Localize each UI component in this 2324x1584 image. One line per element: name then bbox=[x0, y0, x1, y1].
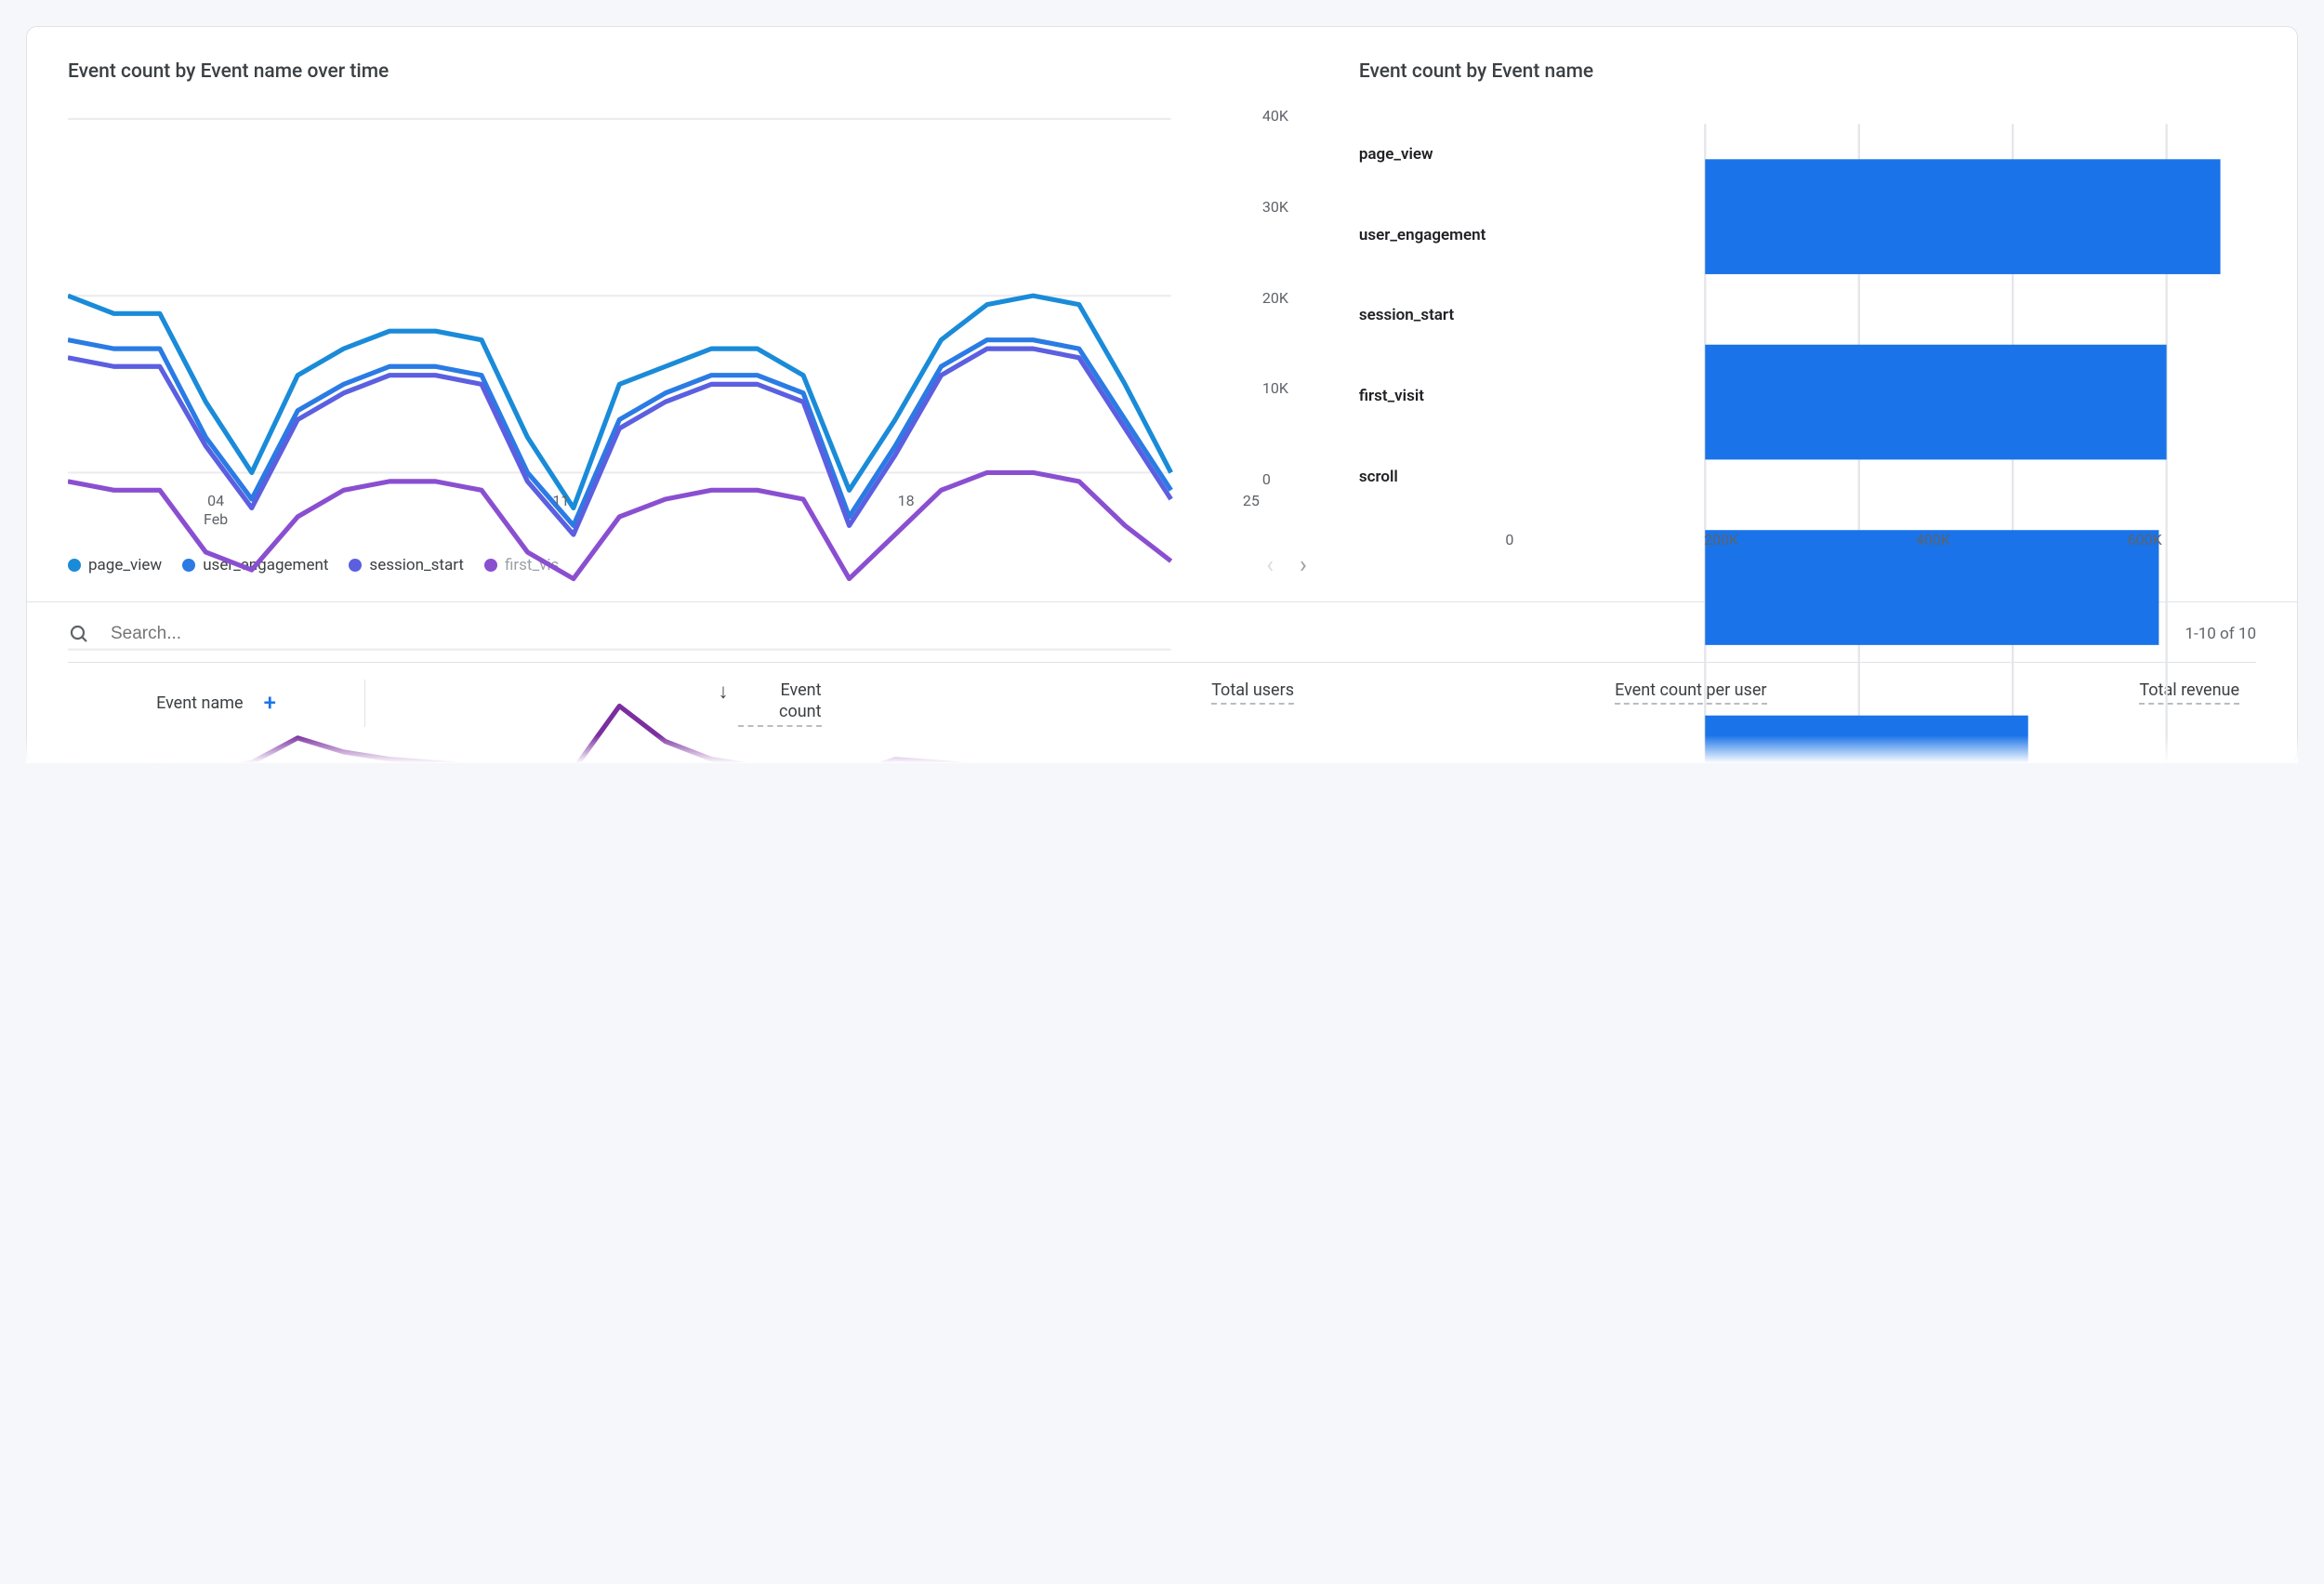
line-chart-x-axis: 04Feb111825 bbox=[68, 492, 1251, 535]
analytics-card: Event count by Event name over time 40K3… bbox=[26, 26, 2298, 763]
bar-chart-x-axis: 0200K400K600K bbox=[1510, 531, 2251, 553]
bar-chart: page_viewuser_engagementsession_startfir… bbox=[1359, 107, 2256, 553]
line-chart-pane: Event count by Event name over time 40K3… bbox=[68, 60, 1307, 579]
line-chart-title: Event count by Event name over time bbox=[68, 60, 1307, 83]
bar-chart-title: Event count by Event name bbox=[1359, 60, 2256, 83]
line-chart: 40K30K20K10K0 04Feb111825 bbox=[68, 107, 1307, 535]
line-chart-y-axis: 40K30K20K10K0 bbox=[1262, 107, 1307, 488]
bar-chart-pane: Event count by Event name page_viewuser_… bbox=[1359, 60, 2256, 579]
bar-chart-y-axis: page_viewuser_engagementsession_startfir… bbox=[1359, 114, 1506, 518]
